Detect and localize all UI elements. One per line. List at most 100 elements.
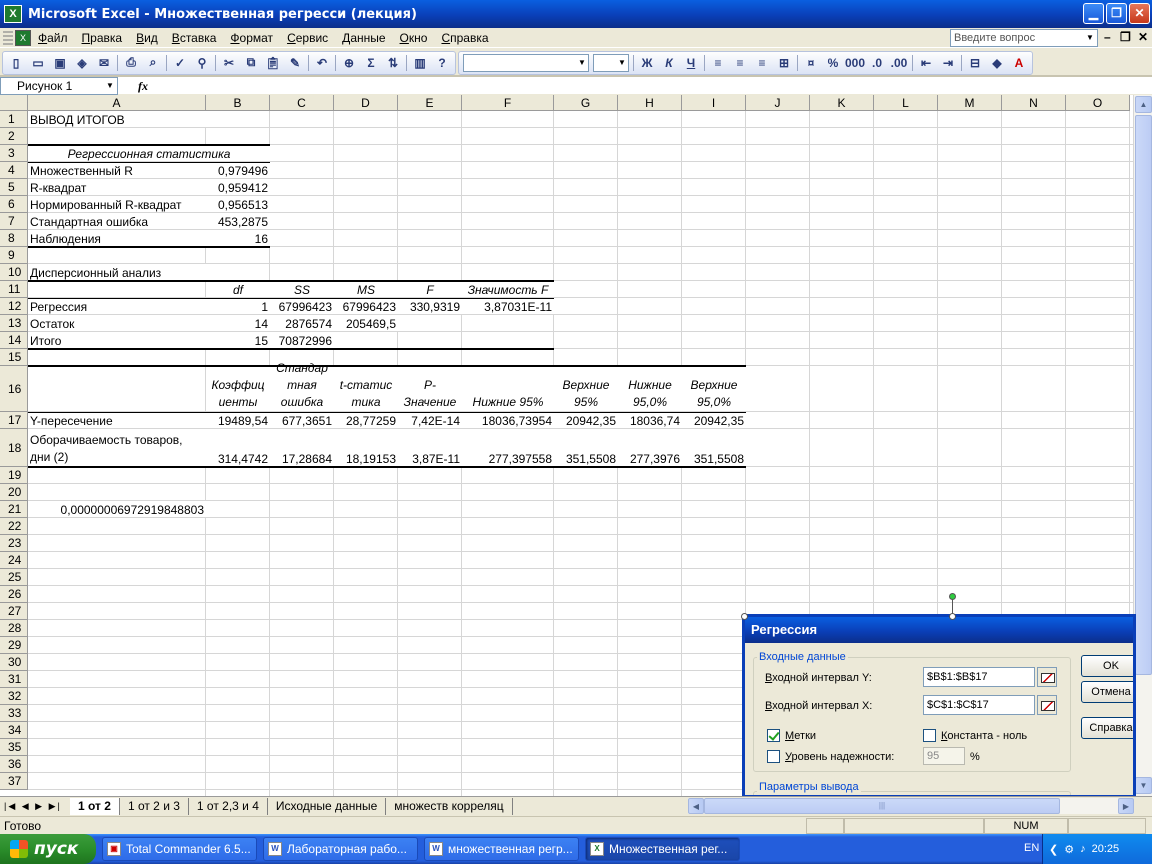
cell[interactable]: SS [270,281,334,297]
column-header[interactable]: G [554,95,618,111]
print-icon[interactable]: ⎙ [120,53,142,73]
row-header[interactable]: 36 [0,756,28,773]
save-icon[interactable]: ▣ [49,53,71,73]
task-word-lab[interactable]: W Лабораторная рабо... [263,837,418,861]
collapse-dialog-icon[interactable] [1037,695,1057,715]
cell[interactable]: 16 [206,230,270,246]
cell[interactable]: Оборачиваемость товаров, дни (2) [28,429,206,466]
column-header[interactable]: O [1066,95,1130,111]
merge-center-icon[interactable]: ⊞ [773,53,795,73]
cell[interactable]: P-Значение [398,366,462,411]
increase-decimal-icon[interactable]: .0 [866,53,888,73]
cell[interactable]: 18036,73954 [462,412,554,428]
doc-restore-icon[interactable]: ❐ [1120,30,1131,44]
row-header[interactable]: 4 [0,162,28,179]
column-header[interactable]: F [462,95,554,111]
cell[interactable]: 453,2875 [206,213,270,229]
cell[interactable]: 677,3651 [270,412,334,428]
scroll-down-icon[interactable]: ▼ [1135,777,1152,794]
cell[interactable]: 2876574 [270,315,334,331]
percent-icon[interactable]: % [822,53,844,73]
column-header[interactable]: E [398,95,462,111]
permission-icon[interactable]: ◈ [71,53,93,73]
doc-close-icon[interactable]: ✕ [1138,30,1148,44]
volume-icon[interactable]: ♪ [1080,843,1086,855]
cell[interactable]: 3,87031E-11 [462,298,554,314]
cell[interactable]: 18,19153 [334,429,398,466]
column-header[interactable]: K [810,95,874,111]
menu-window[interactable]: Окно [393,31,435,45]
print-preview-icon[interactable]: ⌕ [142,53,164,73]
cell[interactable]: 330,9319 [398,298,462,314]
column-header[interactable]: I [682,95,746,111]
clock[interactable]: 20:25 [1092,843,1120,855]
paste-icon[interactable]: 📋︎ [262,53,284,73]
hyperlink-icon[interactable]: ⊕ [338,53,360,73]
row-header[interactable]: 37 [0,773,28,790]
column-header[interactable]: H [618,95,682,111]
cut-icon[interactable]: ✂ [218,53,240,73]
regression-dialog[interactable]: Регрессия Входные данные Входной интерва… [744,616,1134,796]
row-header[interactable]: 17 [0,412,28,429]
cell[interactable]: Итого [28,332,206,348]
row-header[interactable]: 14 [0,332,28,349]
menu-tools[interactable]: Сервис [280,31,335,45]
column-header[interactable]: M [938,95,1002,111]
close-button[interactable]: ✕ [1129,3,1150,24]
language-indicator[interactable]: EN [1024,842,1039,854]
row-header[interactable]: 10 [0,264,28,281]
cell[interactable]: Значимость F [462,281,554,297]
start-button[interactable]: пуск [0,834,96,864]
sheet-tab-2[interactable]: 1 от 2 и 3 [119,797,189,815]
cell[interactable]: 314,4742 [206,429,270,466]
confidence-level-checkbox[interactable] [767,750,780,763]
row-header[interactable]: 29 [0,637,28,654]
task-word-regression[interactable]: Wмножественная регр... [424,837,579,861]
row-header[interactable]: 13 [0,315,28,332]
doc-minimize-icon[interactable]: – [1104,30,1111,44]
vertical-scrollbar[interactable]: ▲ ▼ [1133,95,1152,796]
resize-handle[interactable] [741,613,748,620]
chevron-down-icon[interactable]: ▼ [576,55,588,71]
cell[interactable]: 7,42E-14 [398,412,462,428]
increase-indent-icon[interactable]: ⇥ [937,53,959,73]
select-all-corner[interactable] [0,95,28,111]
row-header[interactable]: 1 [0,111,28,128]
cell[interactable]: Нормированный R-квадрат [28,196,206,212]
cell[interactable]: Стандар тная ошибка [270,361,334,411]
help-question-input[interactable]: Введите вопрос ▼ [950,29,1098,47]
name-box[interactable]: Рисунок 1 ▼ [0,77,118,95]
decrease-indent-icon[interactable]: ⇤ [915,53,937,73]
format-painter-icon[interactable]: ✎ [284,53,306,73]
constant-zero-checkbox[interactable] [923,729,936,742]
row-header[interactable]: 24 [0,552,28,569]
currency-icon[interactable]: ¤ [800,53,822,73]
cell[interactable]: 1 [206,298,270,314]
ok-button[interactable]: OK [1081,655,1133,677]
row-header[interactable]: 18 [0,429,28,467]
row-header[interactable]: 5 [0,179,28,196]
help-icon[interactable]: ? [431,53,453,73]
cell[interactable]: 70872996 [270,332,334,348]
row-header[interactable]: 26 [0,586,28,603]
row-header[interactable]: 31 [0,671,28,688]
font-size-select[interactable]: ▼ [593,53,629,72]
cell[interactable]: Нижние 95% [462,366,554,411]
scroll-up-icon[interactable]: ▲ [1135,96,1152,113]
row-header[interactable]: 28 [0,620,28,637]
cell[interactable]: 20942,35 [682,412,746,428]
scroll-right-icon[interactable]: ▶ [1118,798,1134,814]
autosum-icon[interactable]: Σ [360,53,382,73]
cell[interactable]: 18036,74 [618,412,682,428]
input-x-field[interactable]: $C$1:$C$17 [923,695,1035,715]
row-header[interactable]: 35 [0,739,28,756]
chart-wizard-icon[interactable]: ▥ [409,53,431,73]
title-bar[interactable]: X Microsoft Excel - Множественная регрес… [0,0,1152,28]
network-icon[interactable]: ⚙ [1064,843,1074,856]
row-header[interactable]: 33 [0,705,28,722]
column-header[interactable]: J [746,95,810,111]
excel-app-icon[interactable]: X [4,5,22,23]
vertical-scroll-thumb[interactable] [1135,115,1152,675]
spelling-icon[interactable]: ✓ [169,53,191,73]
horizontal-scrollbar[interactable]: ◀ ||| ▶ [688,798,1134,814]
